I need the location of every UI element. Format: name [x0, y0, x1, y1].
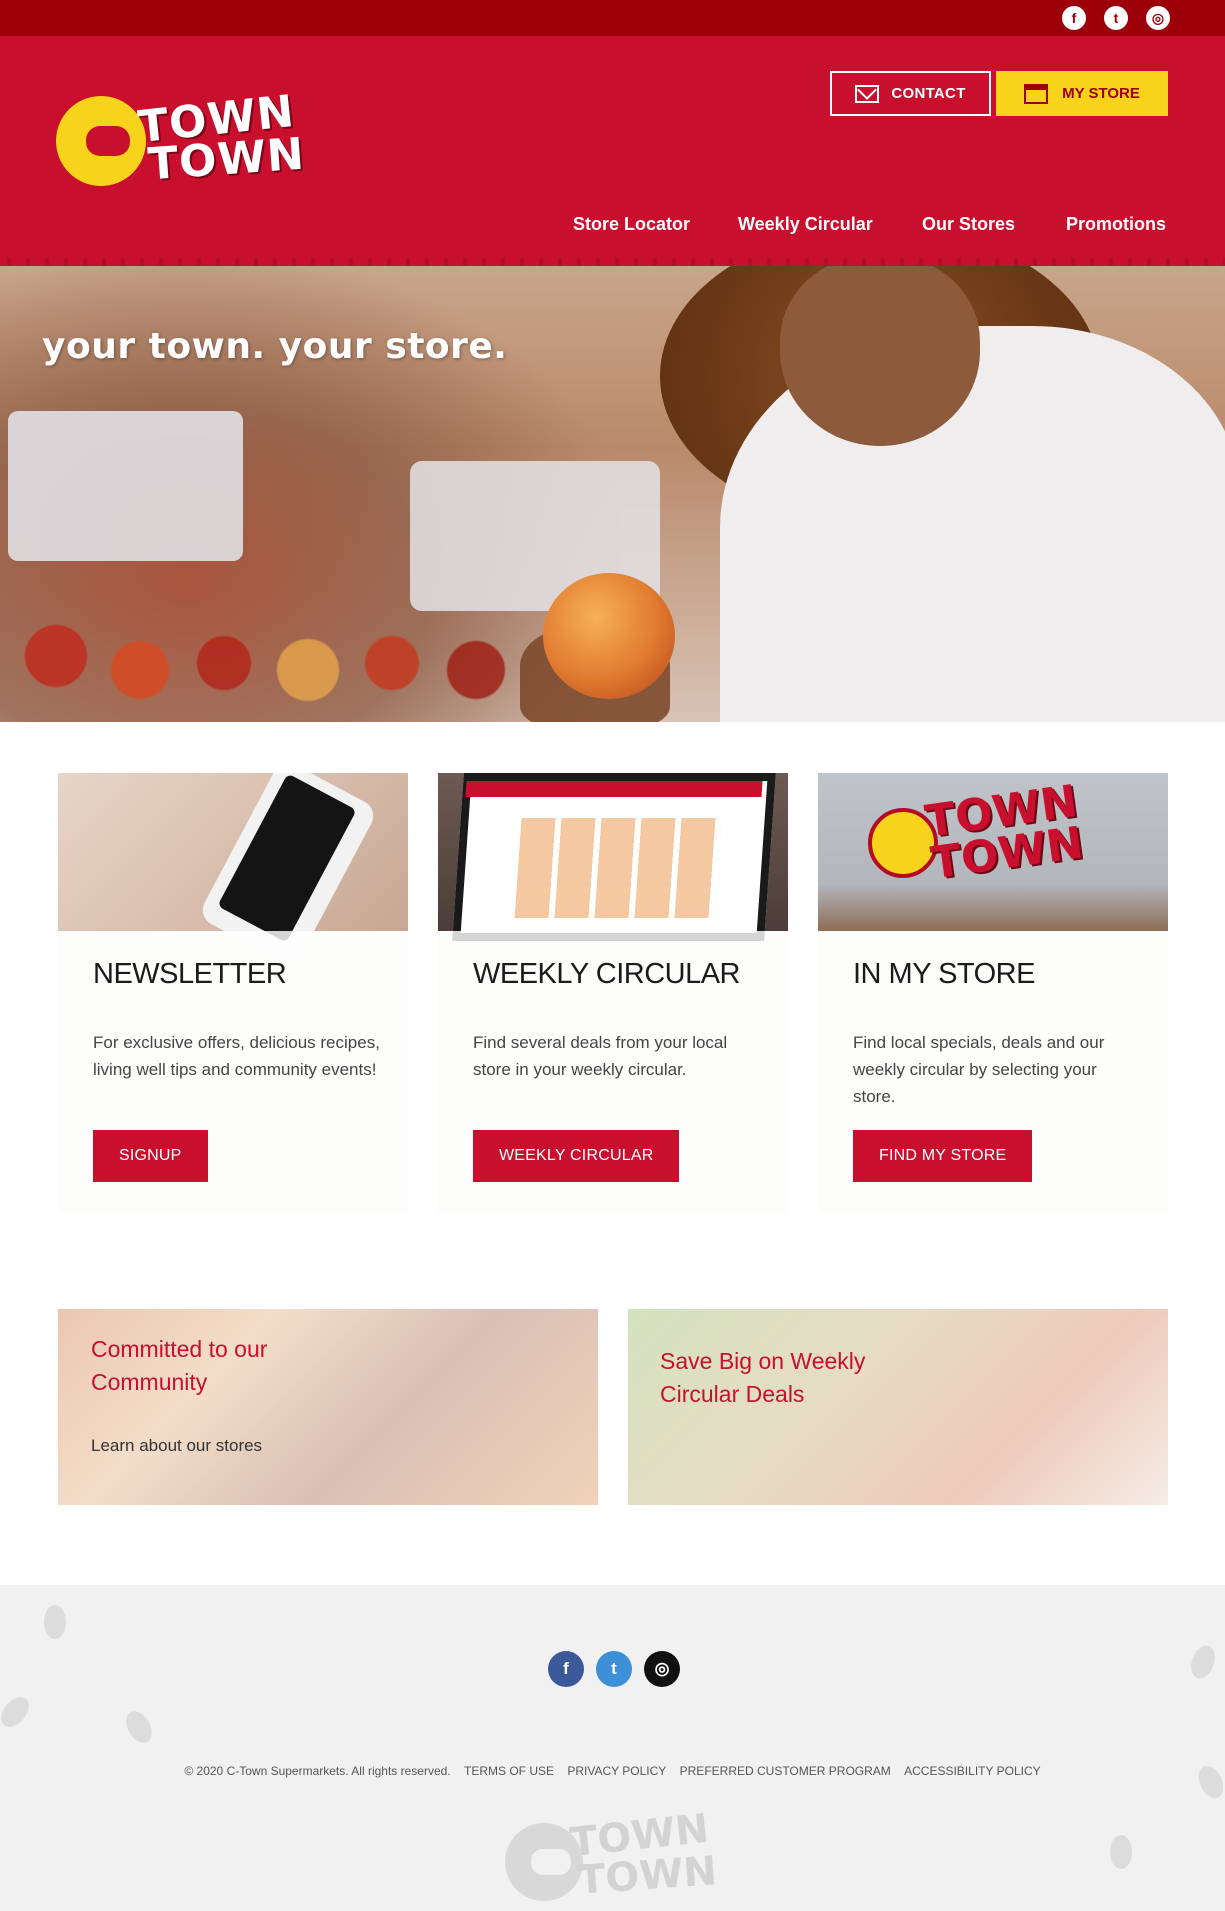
- terms-of-use-link[interactable]: TERMS OF USE: [464, 1764, 554, 1778]
- nav-weekly-circular[interactable]: Weekly Circular: [738, 214, 873, 235]
- top-bar: f t ◎: [0, 0, 1225, 36]
- community-promo-tile[interactable]: Committed to our Community Learn about o…: [58, 1309, 598, 1505]
- card-description: Find local specials, deals and our weekl…: [853, 1033, 1105, 1106]
- storefront-image: TOWN TOWN: [818, 773, 1168, 931]
- instagram-icon[interactable]: ◎: [1146, 6, 1170, 30]
- card-description: Find several deals from your local store…: [473, 1033, 728, 1079]
- decorative-leaf: [1186, 1642, 1220, 1682]
- my-store-label: MY STORE: [1062, 85, 1140, 102]
- newsletter-card: NEWSLETTER For exclusive offers, delicio…: [58, 773, 408, 1214]
- weekly-circular-card: WEEKLY CIRCULAR Find several deals from …: [438, 773, 788, 1214]
- site-footer: f t ◎ © 2020 C-Town Supermarkets. All ri…: [0, 1585, 1225, 1911]
- weekly-circular-button[interactable]: WEEKLY CIRCULAR: [473, 1130, 680, 1182]
- weekly-deals-promo-tile[interactable]: Save Big on Weekly Circular Deals: [628, 1309, 1168, 1505]
- footer-logo-text: TOWN: [576, 1848, 719, 1904]
- card-title: IN MY STORE: [853, 958, 1035, 990]
- privacy-policy-link[interactable]: PRIVACY POLICY: [567, 1764, 666, 1778]
- card-title: WEEKLY CIRCULAR: [473, 958, 741, 990]
- nav-our-stores[interactable]: Our Stores: [922, 214, 1015, 235]
- card-title: NEWSLETTER: [93, 958, 287, 990]
- hero-peach: [543, 573, 675, 699]
- ctown-logo[interactable]: TOWN TOWN: [56, 86, 316, 191]
- preferred-customer-program-link[interactable]: PREFERRED CUSTOMER PROGRAM: [680, 1764, 891, 1778]
- decorative-leaf: [0, 1691, 35, 1733]
- decorative-leaf: [1110, 1835, 1132, 1869]
- twitter-icon[interactable]: t: [1104, 6, 1128, 30]
- decorative-leaf: [120, 1706, 158, 1748]
- contact-button[interactable]: CONTACT: [830, 71, 991, 116]
- storefront-icon: [1024, 83, 1049, 104]
- copyright-text: © 2020 C-Town Supermarkets. All rights r…: [184, 1764, 451, 1778]
- accessibility-policy-link[interactable]: ACCESSIBILITY POLICY: [904, 1764, 1041, 1778]
- logo-text-bottom: TOWN: [146, 128, 307, 191]
- hero-banner: your town. your store.: [0, 266, 1225, 722]
- footer-logo-watermark: TOWN TOWN: [500, 1806, 725, 1911]
- signup-button[interactable]: SIGNUP: [93, 1130, 208, 1182]
- weekly-circular-image: [438, 773, 788, 941]
- twitter-icon[interactable]: t: [596, 1651, 632, 1687]
- facebook-icon[interactable]: f: [548, 1651, 584, 1687]
- contact-label: CONTACT: [891, 85, 966, 102]
- nav-promotions[interactable]: Promotions: [1066, 214, 1166, 235]
- my-store-button[interactable]: MY STORE: [996, 71, 1168, 116]
- nav-store-locator[interactable]: Store Locator: [573, 214, 690, 235]
- in-my-store-card: TOWN TOWN IN MY STORE Find local specials…: [818, 773, 1168, 1214]
- find-my-store-button[interactable]: FIND MY STORE: [853, 1130, 1033, 1182]
- promo-link[interactable]: Learn about our stores: [91, 1436, 262, 1456]
- logo-c-mark: [56, 96, 146, 186]
- laptop-site-header: [465, 781, 763, 797]
- footer-social-links: f t ◎: [548, 1651, 680, 1687]
- newsletter-image: [58, 773, 408, 969]
- facebook-icon[interactable]: f: [1062, 6, 1086, 30]
- instagram-icon[interactable]: ◎: [644, 1651, 680, 1687]
- header-social-links: f t ◎: [1062, 6, 1170, 30]
- laptop-circular-grid: [514, 818, 722, 918]
- envelope-icon: [855, 84, 880, 103]
- hero-tagline: your town. your store.: [42, 326, 508, 367]
- promo-title: Save Big on Weekly Circular Deals: [660, 1348, 866, 1407]
- promo-title: Committed to our Community: [91, 1336, 268, 1395]
- storefront-sign-text: TOWN TOWN: [922, 775, 1087, 890]
- decorative-leaf: [44, 1605, 66, 1639]
- footer-legal-links: © 2020 C-Town Supermarkets. All rights r…: [0, 1764, 1225, 1778]
- hero-price-sign: [8, 411, 243, 561]
- card-description: For exclusive offers, delicious recipes,…: [93, 1033, 380, 1079]
- main-navigation: Store Locator Weekly Circular Our Stores…: [0, 214, 1225, 238]
